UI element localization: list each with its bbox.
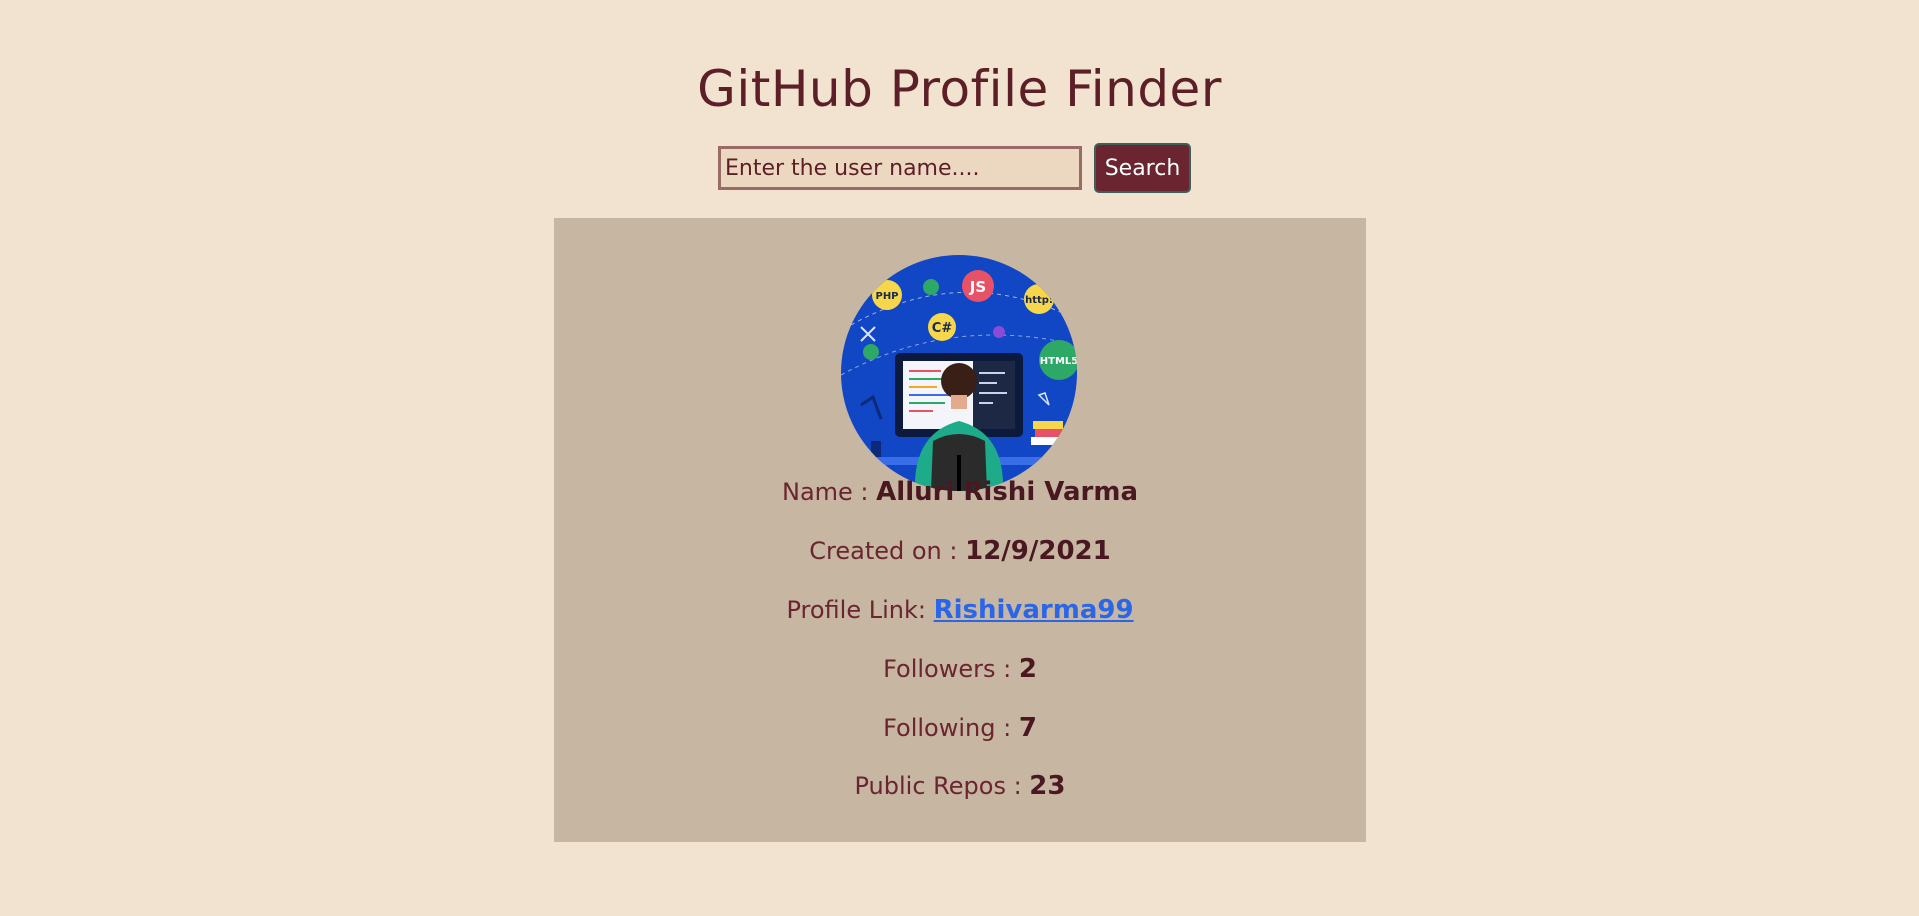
- name-row: Name : Alluri Rishi Varma: [554, 477, 1366, 507]
- created-label: Created on :: [809, 537, 966, 565]
- developer-avatar-icon: PHP JS http: C# HTML5: [841, 255, 1077, 491]
- svg-text:http:: http:: [1025, 295, 1053, 306]
- created-value: 12/9/2021: [965, 536, 1111, 566]
- svg-text:JS: JS: [969, 278, 986, 296]
- svg-text:C#: C#: [932, 321, 953, 336]
- profile-link-label: Profile Link:: [786, 596, 934, 624]
- following-value: 7: [1018, 713, 1037, 743]
- search-bar: Search: [718, 143, 1191, 193]
- username-search-input[interactable]: [718, 146, 1082, 190]
- profile-card: PHP JS http: C# HTML5 Name: Alluri Rish…: [554, 218, 1366, 842]
- csharp-badge-icon: C#: [928, 313, 956, 341]
- page: GitHub Profile Finder Search PHP JS: [0, 0, 1919, 916]
- created-row: Created on : 12/9/2021: [554, 536, 1366, 566]
- avatar: PHP JS http: C# HTML5: [841, 255, 1077, 491]
- search-button[interactable]: Search: [1094, 143, 1191, 193]
- followers-value: 2: [1018, 654, 1037, 684]
- js-badge-icon: JS: [962, 270, 994, 302]
- svg-text:PHP: PHP: [875, 291, 898, 302]
- public-repos-value: 23: [1029, 771, 1066, 801]
- page-title: GitHub Profile Finder: [697, 60, 1222, 118]
- http-badge-icon: http:: [1024, 284, 1054, 314]
- followers-label: Followers :: [883, 655, 1019, 683]
- name-value: Alluri Rishi Varma: [876, 477, 1138, 507]
- profile-link-row: Profile Link: Rishivarma99: [554, 595, 1366, 625]
- following-label: Following :: [883, 714, 1019, 742]
- svg-text:HTML5: HTML5: [1040, 356, 1077, 367]
- public-repos-label: Public Repos :: [854, 772, 1030, 800]
- php-badge-icon: PHP: [872, 280, 902, 310]
- following-row: Following : 7: [554, 713, 1366, 743]
- followers-row: Followers : 2: [554, 654, 1366, 684]
- profile-link[interactable]: Rishivarma99: [934, 595, 1134, 625]
- name-label: Name :: [782, 478, 877, 506]
- public-repos-row: Public Repos : 23: [554, 771, 1366, 801]
